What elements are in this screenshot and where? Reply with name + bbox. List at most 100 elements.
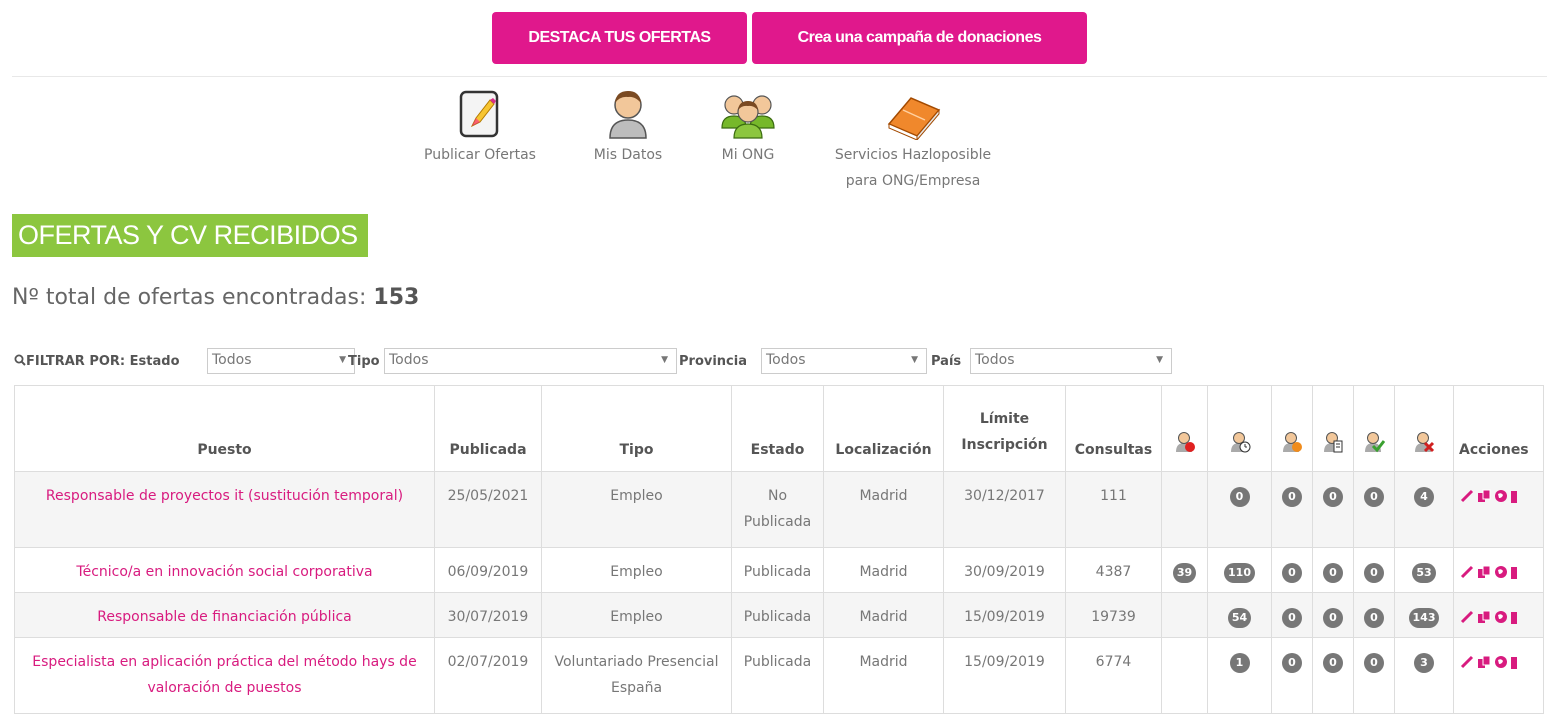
donation-campaign-button[interactable]: Crea una campaña de donaciones xyxy=(752,12,1087,64)
count-badge[interactable]: 0 xyxy=(1282,563,1302,583)
count-badge[interactable]: 0 xyxy=(1323,487,1343,507)
col-icon-6 xyxy=(1394,385,1454,472)
col-consultas[interactable]: Consultas xyxy=(1065,385,1162,472)
job-title-link[interactable]: Responsable de financiación pública xyxy=(14,592,435,638)
edit-icon[interactable] xyxy=(1460,565,1474,579)
edit-icon[interactable] xyxy=(1460,655,1474,669)
edit-icon[interactable] xyxy=(1460,610,1474,624)
job-location: Madrid xyxy=(823,547,944,593)
count-badge[interactable]: 143 xyxy=(1408,608,1440,628)
trash-icon[interactable] xyxy=(1511,489,1517,503)
nav-publish-offers[interactable]: Publicar Ofertas xyxy=(410,88,550,168)
pais-select[interactable]: Todos ▼ xyxy=(970,348,1172,374)
count-badge[interactable]: 4 xyxy=(1414,487,1434,507)
row-actions xyxy=(1453,471,1544,548)
search-icon xyxy=(14,354,26,366)
count-cell: 0 xyxy=(1271,547,1313,593)
trash-icon[interactable] xyxy=(1511,655,1517,669)
table-row: Responsable de proyectos it (sustitución… xyxy=(14,471,1544,548)
count-badge[interactable]: 3 xyxy=(1414,653,1434,673)
copy-icon[interactable] xyxy=(1477,565,1491,579)
edit-icon[interactable] xyxy=(1460,489,1474,503)
job-type: Empleo xyxy=(541,592,732,638)
clock-candidate-icon xyxy=(1230,432,1250,453)
section-title: OFERTAS Y CV RECIBIDOS xyxy=(12,214,368,257)
job-status: Publicada xyxy=(731,592,824,638)
reject-candidate-icon xyxy=(1415,432,1435,453)
row-actions xyxy=(1453,592,1544,638)
published-date: 02/07/2019 xyxy=(434,637,542,714)
count-badge[interactable]: 0 xyxy=(1229,487,1250,507)
job-title-link[interactable]: Técnico/a en innovación social corporati… xyxy=(14,547,435,593)
count-badge[interactable]: 54 xyxy=(1227,608,1252,628)
tipo-select[interactable]: Todos ▼ xyxy=(384,348,677,374)
globe-icon[interactable] xyxy=(1494,565,1508,579)
col-icon-4 xyxy=(1312,385,1354,472)
count-cell: 0 xyxy=(1312,547,1354,593)
copy-icon[interactable] xyxy=(1477,610,1491,624)
col-estado[interactable]: Estado xyxy=(731,385,824,472)
count-cell: 0 xyxy=(1353,471,1395,548)
count-cell: 0 xyxy=(1271,637,1313,714)
copy-icon[interactable] xyxy=(1477,655,1491,669)
col-icon-2 xyxy=(1207,385,1272,472)
deadline: 30/12/2017 xyxy=(943,471,1066,548)
trash-icon[interactable] xyxy=(1511,610,1517,624)
row-actions xyxy=(1453,637,1544,714)
provincia-label: Provincia xyxy=(679,354,747,369)
globe-icon[interactable] xyxy=(1494,610,1508,624)
count-badge[interactable]: 0 xyxy=(1364,563,1384,583)
highlight-offers-button[interactable]: DESTACA TUS OFERTAS xyxy=(492,12,747,64)
table-row: Responsable de financiación pública 30/0… xyxy=(14,592,1544,638)
count-cell: 0 xyxy=(1353,592,1395,638)
count-cell: 0 xyxy=(1353,547,1395,593)
chevron-down-icon: ▼ xyxy=(911,355,918,365)
person-icon xyxy=(609,91,647,139)
job-title-link[interactable]: Responsable de proyectos it (sustitución… xyxy=(14,471,435,548)
col-icon-5 xyxy=(1353,385,1395,472)
job-location: Madrid xyxy=(823,637,944,714)
nav-services[interactable]: Servicios Hazloposible para ONG/Empresa xyxy=(808,88,1018,194)
job-status: No Publicada xyxy=(731,471,824,548)
count-badge[interactable]: 0 xyxy=(1364,653,1384,673)
table-row: Especialista en aplicación práctica del … xyxy=(14,637,1544,714)
copy-icon[interactable] xyxy=(1477,489,1491,503)
col-tipo[interactable]: Tipo xyxy=(541,385,732,472)
views-count: 4387 xyxy=(1065,547,1162,593)
col-puesto[interactable]: Puesto xyxy=(14,385,435,472)
count-badge[interactable]: 39 xyxy=(1172,563,1197,583)
globe-icon[interactable] xyxy=(1494,655,1508,669)
job-title-link[interactable]: Especialista en aplicación práctica del … xyxy=(14,637,435,714)
estado-select[interactable]: Todos ▼ xyxy=(207,348,355,374)
count-badge[interactable]: 0 xyxy=(1282,608,1302,628)
count-badge[interactable]: 0 xyxy=(1364,487,1384,507)
provincia-select[interactable]: Todos ▼ xyxy=(761,348,927,374)
document-candidate-icon xyxy=(1324,432,1343,453)
count-cell xyxy=(1161,592,1208,638)
col-localizacion[interactable]: Localización xyxy=(823,385,944,472)
count-cell: 0 xyxy=(1271,592,1313,638)
trash-icon[interactable] xyxy=(1511,565,1517,579)
count-badge[interactable]: 0 xyxy=(1323,563,1343,583)
count-cell: 0 xyxy=(1207,471,1272,548)
count-cell: 143 xyxy=(1394,592,1454,638)
count-badge[interactable]: 0 xyxy=(1282,653,1302,673)
count-badge[interactable]: 0 xyxy=(1364,608,1384,628)
col-publicada[interactable]: Publicada xyxy=(434,385,542,472)
job-type: Empleo xyxy=(541,471,732,548)
nav-my-ngo[interactable]: Mi ONG xyxy=(698,88,798,168)
offers-table: Puesto Publicada Tipo Estado Localizació… xyxy=(14,385,1544,714)
count-badge[interactable]: 0 xyxy=(1323,653,1343,673)
nav-my-data[interactable]: Mis Datos xyxy=(573,88,683,168)
row-actions xyxy=(1453,547,1544,593)
deadline: 30/09/2019 xyxy=(943,547,1066,593)
count-badge[interactable]: 110 xyxy=(1224,563,1255,583)
count-badge[interactable]: 0 xyxy=(1282,487,1302,507)
count-badge[interactable]: 0 xyxy=(1323,608,1343,628)
col-acciones: Acciones xyxy=(1453,385,1544,472)
col-limite[interactable]: Límite Inscripción xyxy=(943,385,1066,472)
job-status: Publicada xyxy=(731,637,824,714)
globe-icon[interactable] xyxy=(1494,489,1508,503)
count-badge[interactable]: 53 xyxy=(1412,563,1436,583)
count-badge[interactable]: 1 xyxy=(1229,653,1250,673)
